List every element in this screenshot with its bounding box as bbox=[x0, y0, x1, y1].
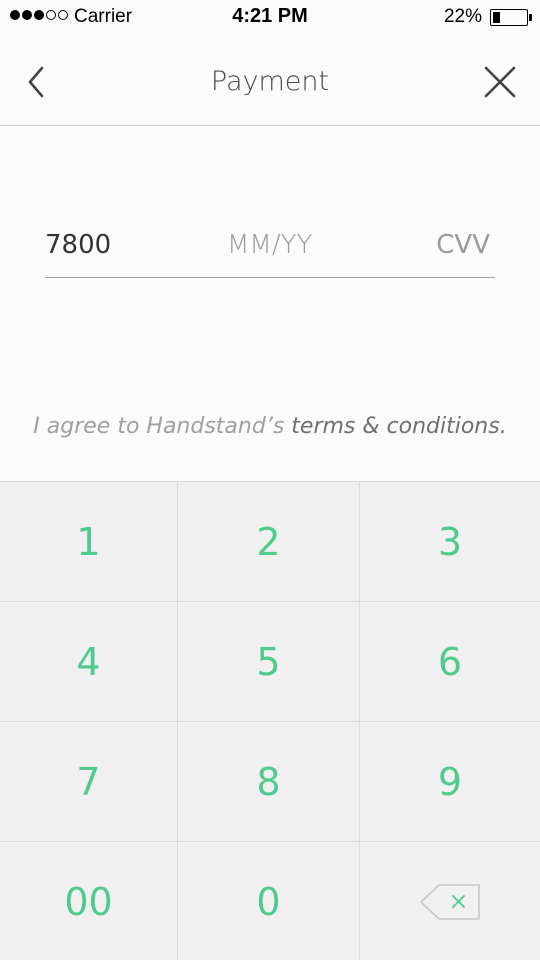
numeric-keypad: 1 2 3 4 5 6 7 8 9 00 0 bbox=[0, 481, 540, 960]
key-5[interactable]: 5 bbox=[178, 602, 360, 722]
key-6[interactable]: 6 bbox=[360, 602, 540, 722]
key-0[interactable]: 0 bbox=[178, 842, 360, 960]
key-7[interactable]: 7 bbox=[0, 722, 178, 842]
card-number-field[interactable]: 7800 bbox=[45, 230, 111, 260]
battery-percent: 22% bbox=[443, 6, 482, 27]
terms-agreement: I agree to Handstand’s terms & condition… bbox=[0, 414, 540, 439]
page-title: Payment bbox=[210, 66, 330, 97]
key-8[interactable]: 8 bbox=[178, 722, 360, 842]
card-input-row: 7800 MM/YY CVV bbox=[45, 222, 495, 278]
key-9[interactable]: 9 bbox=[360, 722, 540, 842]
navigation-bar: Payment bbox=[0, 34, 540, 126]
key-3[interactable]: 3 bbox=[360, 482, 540, 602]
backspace-icon bbox=[420, 883, 480, 920]
key-00[interactable]: 00 bbox=[0, 842, 178, 960]
expiry-field[interactable]: MM/YY bbox=[227, 230, 312, 260]
close-icon bbox=[484, 66, 516, 98]
cvv-field[interactable]: CVV bbox=[436, 230, 490, 260]
key-4[interactable]: 4 bbox=[0, 602, 178, 722]
battery-fill bbox=[493, 12, 500, 23]
battery-icon bbox=[490, 9, 528, 26]
backspace-button[interactable] bbox=[360, 842, 540, 960]
terms-link[interactable]: terms & conditions. bbox=[291, 414, 506, 439]
key-1[interactable]: 1 bbox=[0, 482, 178, 602]
status-bar: Carrier 4:21 PM 22% bbox=[0, 0, 540, 34]
battery-tip bbox=[529, 14, 532, 21]
close-button[interactable] bbox=[480, 62, 520, 102]
key-2[interactable]: 2 bbox=[178, 482, 360, 602]
terms-prefix: I agree to Handstand’s bbox=[33, 414, 292, 439]
